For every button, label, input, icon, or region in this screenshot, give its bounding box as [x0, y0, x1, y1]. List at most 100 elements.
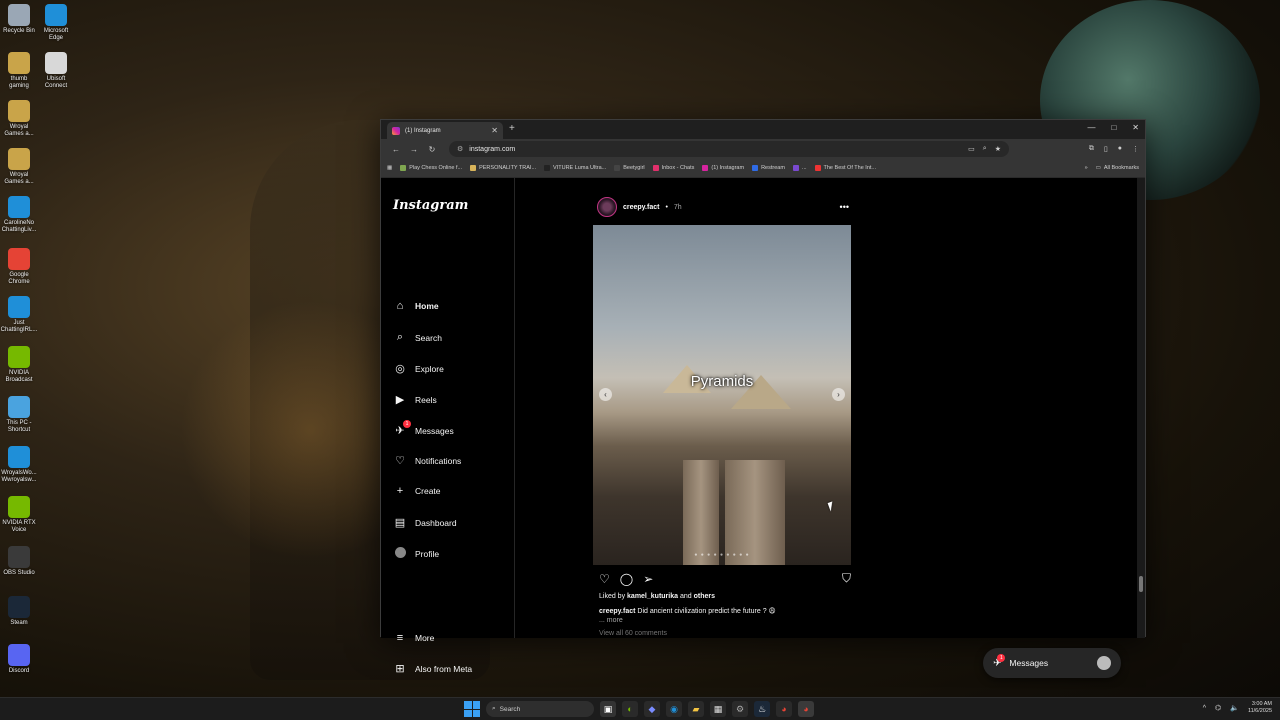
- desktop-icon[interactable]: WroyalsWo... Wwroyalsw...: [0, 446, 38, 484]
- apps-icon[interactable]: ▦: [387, 165, 392, 171]
- sidepanel-icon[interactable]: ▯: [1104, 145, 1108, 153]
- like-heart-icon[interactable]: ♡: [599, 572, 610, 586]
- task-view-icon[interactable]: ▣: [600, 701, 616, 717]
- forward-icon[interactable]: →: [405, 145, 423, 154]
- desktop-icon[interactable]: CarolineNo ChattingLiv...: [0, 196, 38, 234]
- post-header: creepy.fact • 7h •••: [597, 196, 849, 218]
- tab-instagram[interactable]: (1) Instagram ✕: [387, 122, 503, 139]
- post-media[interactable]: Pyramids ‹ › ● ● ● ● ● ● ● ● ●: [593, 225, 851, 565]
- instagram-logo[interactable]: Instagram: [393, 198, 468, 213]
- comment-icon[interactable]: ◯: [620, 572, 633, 586]
- desktop-icon[interactable]: OBS Studio: [0, 546, 38, 577]
- desktop-icon[interactable]: Ubisoft Connect: [37, 52, 75, 90]
- windows-start-icon[interactable]: [464, 701, 480, 717]
- desktop-icon[interactable]: Google Chrome: [0, 248, 38, 286]
- site-info-icon[interactable]: ⚙: [457, 145, 463, 153]
- profile-icon[interactable]: ●: [1118, 145, 1122, 153]
- bookmark-item[interactable]: ...: [792, 165, 807, 171]
- bookmark-star-icon[interactable]: ★: [995, 145, 1001, 153]
- desktop-icon[interactable]: Steam: [0, 596, 38, 627]
- bookmark-item[interactable]: (1) Instagram: [702, 165, 744, 171]
- sidebar-item-notifications[interactable]: ♡ Notifications: [393, 454, 461, 467]
- nvidia-icon[interactable]: ◐: [622, 701, 638, 717]
- caption-username[interactable]: creepy.fact: [599, 608, 635, 615]
- desktop-icon[interactable]: NVIDIA RTX Voice: [0, 496, 38, 534]
- menu-dots-icon[interactable]: ⋮: [1132, 145, 1139, 153]
- bookmark-item[interactable]: The Best Of The Int...: [814, 165, 876, 171]
- extensions-icon[interactable]: ⧉: [1089, 145, 1094, 153]
- sidebar-item-search[interactable]: ⌕ Search: [393, 331, 442, 344]
- cast-icon[interactable]: ▭: [968, 145, 975, 153]
- sidebar-item-create[interactable]: + Create: [393, 485, 441, 497]
- sidebar-item-messages[interactable]: ✈ 1 Messages: [393, 420, 454, 437]
- more-options-icon[interactable]: •••: [840, 202, 849, 212]
- file-explorer-icon[interactable]: ▰: [688, 701, 704, 717]
- chevron-up-icon[interactable]: ^: [1203, 705, 1206, 712]
- view-comments-link[interactable]: View all 60 comments: [599, 630, 667, 637]
- edge-icon[interactable]: ◉: [666, 701, 682, 717]
- bookmark-item[interactable]: PERSONALITY TRAI...: [470, 165, 536, 171]
- settings-gear-icon[interactable]: ⚙: [732, 701, 748, 717]
- sidebar-item-reels[interactable]: ▶ Reels: [393, 393, 437, 406]
- carousel-prev-icon[interactable]: ‹: [599, 388, 612, 401]
- bookmarks-overflow-icon[interactable]: »: [1085, 165, 1088, 171]
- reload-icon[interactable]: ↻: [423, 145, 441, 154]
- chrome-icon[interactable]: ◕: [776, 701, 792, 717]
- desktop-icon[interactable]: Wroyal Games a...: [0, 148, 38, 186]
- desktop-icon[interactable]: thumb gaming: [0, 52, 38, 90]
- save-bookmark-icon[interactable]: ⛉: [842, 571, 851, 586]
- sidebar-item-explore[interactable]: ◎ Explore: [393, 362, 444, 375]
- sidebar-item-home[interactable]: ⌂ Home: [393, 300, 439, 312]
- sidebar-item-also-from-meta[interactable]: ⊞ Also from Meta: [393, 662, 472, 675]
- taskbar-search[interactable]: ⌕ Search: [486, 701, 594, 717]
- bookmark-item[interactable]: Beetygirl: [614, 165, 645, 171]
- address-bar[interactable]: ⚙ instagram.com ▭ ⌕ ★: [449, 141, 1009, 157]
- caption-more-link[interactable]: ... more: [599, 617, 623, 624]
- minimize-icon[interactable]: —: [1087, 123, 1095, 132]
- sidebar-item-profile[interactable]: Profile: [393, 547, 439, 561]
- desktop-icon[interactable]: Discord: [0, 644, 38, 675]
- network-icon[interactable]: ⌬: [1215, 704, 1221, 712]
- close-window-icon[interactable]: ✕: [1132, 123, 1139, 132]
- liked-others[interactable]: others: [694, 593, 715, 600]
- close-tab-icon[interactable]: ✕: [491, 126, 498, 135]
- share-icon[interactable]: ➢: [643, 572, 653, 586]
- liked-user[interactable]: kamel_kuturika: [627, 593, 678, 600]
- desktop-icon[interactable]: NVIDIA Broadcast: [0, 346, 38, 384]
- chrome-active-icon[interactable]: ◕: [798, 701, 814, 717]
- sidebar-item-more[interactable]: ≡ More: [393, 632, 435, 644]
- desktop-icon-label: CarolineNo ChattingLiv...: [1, 220, 37, 233]
- desktop-icon[interactable]: Just ChattingIRL...: [0, 296, 38, 334]
- messages-pill[interactable]: ✈ 1 Messages: [983, 648, 1121, 678]
- bookmark-item[interactable]: Restream: [752, 165, 785, 171]
- bookmark-favicon-icon: [814, 165, 821, 171]
- volume-icon[interactable]: 🔈: [1230, 704, 1239, 712]
- scrollbar-thumb[interactable]: [1139, 576, 1143, 592]
- post-username[interactable]: creepy.fact: [623, 204, 659, 211]
- app-icon[interactable]: ◆: [644, 701, 660, 717]
- caption-text: Did ancient civilization predict the fut…: [637, 608, 776, 615]
- desktop-icon[interactable]: This PC - Shortcut: [0, 396, 38, 434]
- zoom-icon[interactable]: ⌕: [983, 145, 987, 153]
- back-icon[interactable]: ←: [387, 145, 405, 154]
- all-bookmarks-button[interactable]: ▭ All Bookmarks: [1096, 165, 1139, 171]
- sidebar-item-dashboard[interactable]: ▤ Dashboard: [393, 516, 457, 529]
- desktop-icon[interactable]: Wroyal Games a...: [0, 100, 38, 138]
- sidebar-item-label: Profile: [415, 549, 440, 559]
- messenger-icon: ✈ 1: [393, 420, 411, 437]
- bookmark-item[interactable]: Play Chess Online f...: [400, 165, 462, 171]
- new-tab-button[interactable]: +: [509, 123, 515, 134]
- store-icon[interactable]: ▦: [710, 701, 726, 717]
- desktop-icon[interactable]: Recycle Bin: [0, 4, 38, 35]
- bookmark-item[interactable]: Inbox - Chats: [652, 165, 694, 171]
- desktop-icon[interactable]: Microsoft Edge: [37, 4, 75, 42]
- page-scrollbar[interactable]: [1137, 178, 1145, 638]
- steam-icon[interactable]: ♨: [754, 701, 770, 717]
- meta-apps-icon: ⊞: [395, 663, 405, 675]
- carousel-next-icon[interactable]: ›: [832, 388, 845, 401]
- post-likes: Liked by kamel_kuturika and others: [599, 593, 715, 600]
- clock[interactable]: 3:00 AM 11/6/2025: [1248, 701, 1272, 715]
- maximize-icon[interactable]: □: [1111, 123, 1116, 132]
- post-avatar[interactable]: [597, 197, 617, 217]
- bookmark-item[interactable]: VITURE Luma Ultra...: [544, 165, 606, 171]
